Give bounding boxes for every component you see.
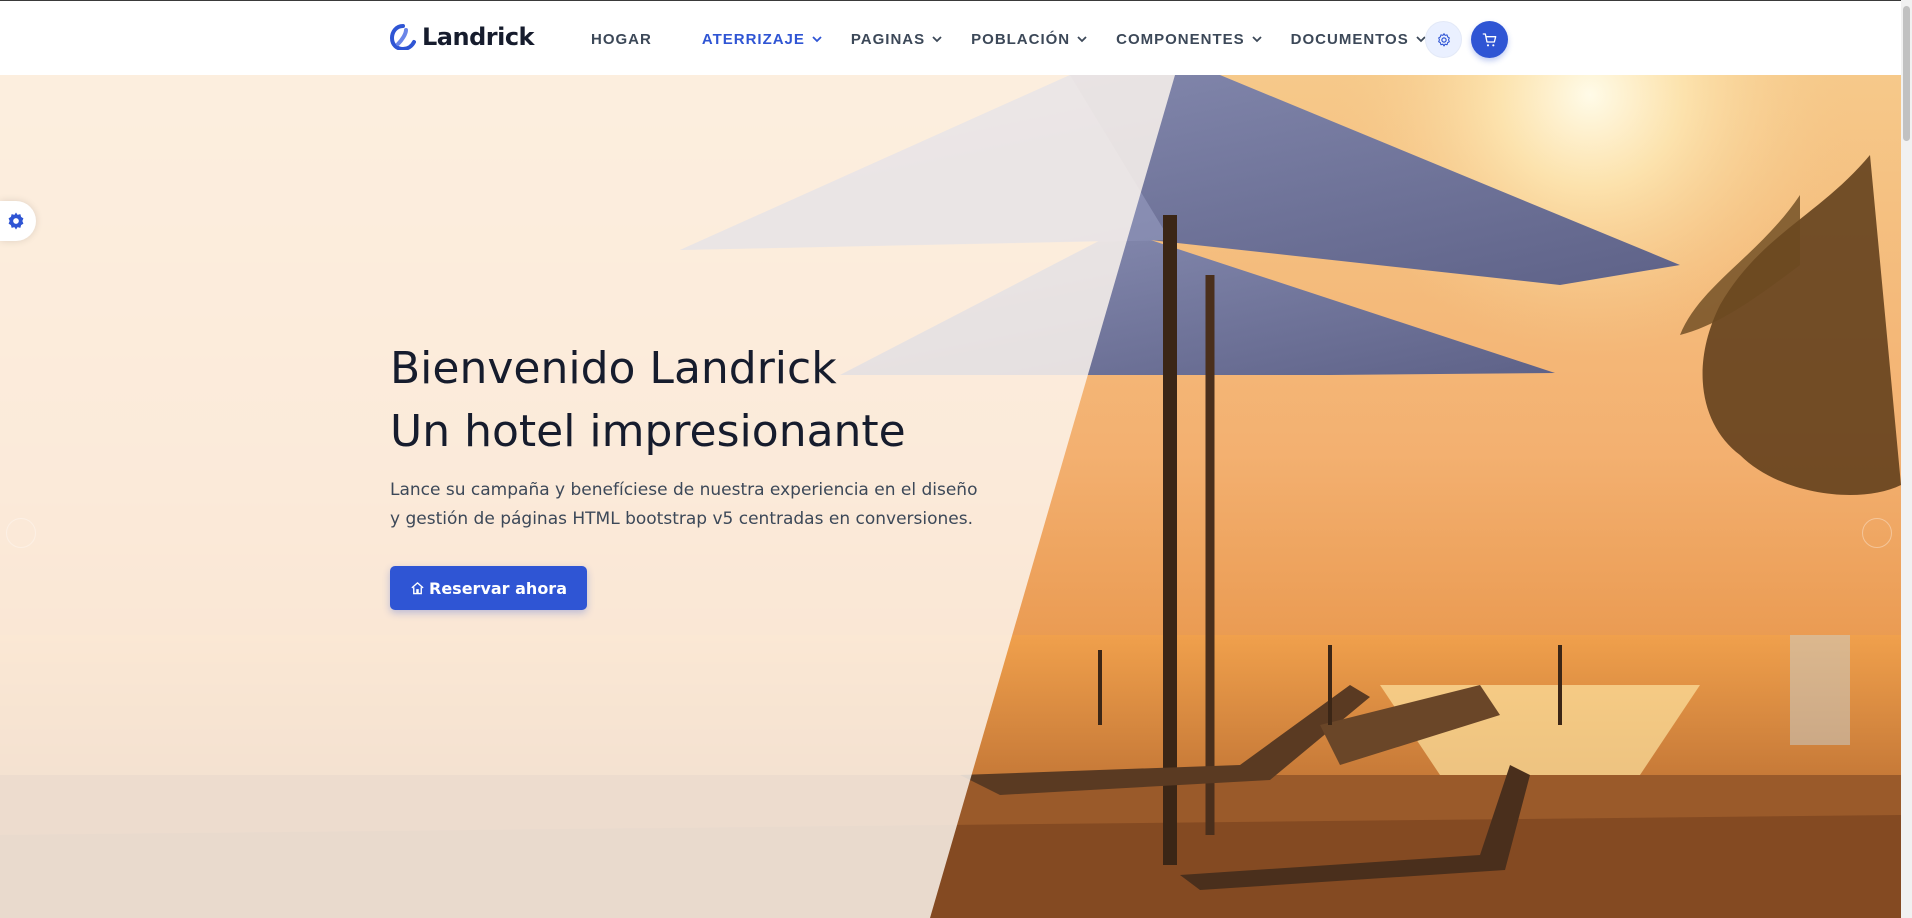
nav-item-aterrizaje[interactable]: Aterrizaje <box>702 31 823 48</box>
page-scrollbar[interactable] <box>1901 0 1912 918</box>
nav-item-label: Población <box>971 30 1071 48</box>
chevron-down-icon <box>1077 36 1087 43</box>
top-navbar: Landrick Hogar Aterrizaje Paginas Poblac… <box>0 0 1901 75</box>
nav-item-label: Aterrizaje <box>701 30 805 48</box>
nav-item-poblacion[interactable]: Población <box>971 31 1088 48</box>
nav-item-label: Hogar <box>591 30 652 48</box>
slider-prev-button[interactable] <box>6 518 36 548</box>
brand-name: Landrick <box>422 23 535 51</box>
chevron-down-icon <box>932 36 942 43</box>
gear-icon <box>1437 32 1450 46</box>
hero-title-line-1: Bienvenido Landrick <box>390 343 837 394</box>
home-icon <box>411 581 424 594</box>
settings-button[interactable] <box>1425 21 1462 58</box>
hero-section: Bienvenido Landrick Un hotel impresionan… <box>0 75 1901 918</box>
nav-item-label: Paginas <box>850 30 926 48</box>
main-nav: Hogar Aterrizaje Paginas Población Compo… <box>591 28 1427 50</box>
book-now-label: Reservar ahora <box>429 578 567 598</box>
landrick-logo-icon <box>390 24 416 50</box>
chevron-down-icon <box>1252 36 1262 43</box>
nav-item-hogar[interactable]: Hogar <box>591 31 652 48</box>
hero-subtitle: Lance su campaña y benefíciese de nuestr… <box>390 480 978 529</box>
slider-next-button[interactable] <box>1862 518 1892 548</box>
hero-title: Bienvenido Landrick Un hotel impresionan… <box>390 337 906 463</box>
chevron-down-icon <box>812 36 822 43</box>
gear-icon <box>8 212 24 230</box>
hero-title-line-2: Un hotel impresionante <box>390 406 906 457</box>
nav-item-label: Componentes <box>1116 30 1245 48</box>
shopping-cart-icon <box>1482 32 1496 46</box>
book-now-button[interactable]: Reservar ahora <box>390 566 587 610</box>
scrollbar-thumb[interactable] <box>1903 6 1910 141</box>
nav-item-documentos[interactable]: Documentos <box>1291 31 1427 48</box>
cart-button[interactable] <box>1471 21 1508 58</box>
nav-item-label: Documentos <box>1290 30 1409 48</box>
nav-item-componentes[interactable]: Componentes <box>1116 31 1263 48</box>
brand-logo[interactable]: Landrick <box>390 23 535 51</box>
nav-item-paginas[interactable]: Paginas <box>851 31 943 48</box>
